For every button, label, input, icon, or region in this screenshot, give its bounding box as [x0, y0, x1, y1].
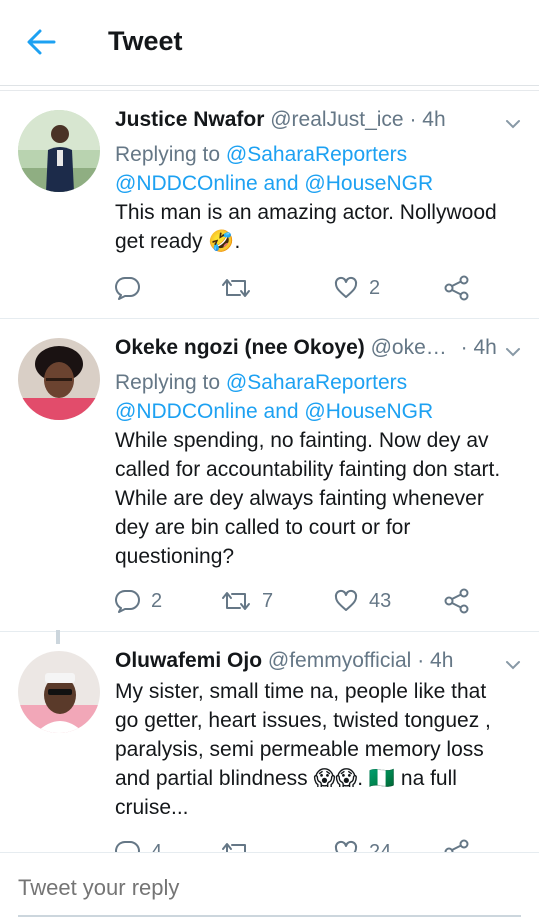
separator: ·	[409, 108, 417, 131]
tweet-meta: Okeke ngozi (nee Okoye) @oke… · 4h	[115, 334, 521, 362]
tweet-text-line: While are dey always fainting whenever	[115, 487, 484, 510]
page-title: Tweet	[108, 26, 183, 56]
mention-link[interactable]: @HouseNGR	[304, 400, 433, 423]
mention-link[interactable]: @SaharaReporters	[226, 143, 407, 166]
share-icon	[444, 588, 469, 614]
like-count: 43	[369, 589, 392, 612]
divider	[0, 90, 539, 91]
mention-link[interactable]: @NDDCOnline	[115, 400, 258, 423]
tweet-text-line: questioning?	[115, 545, 235, 568]
retweet-button[interactable]: 7	[220, 586, 273, 616]
mention-link[interactable]: @HouseNGR	[304, 172, 433, 195]
like-button[interactable]: 2	[333, 273, 380, 303]
timestamp: 4h	[473, 336, 497, 359]
top-bar: Tweet	[0, 0, 539, 86]
author-handle[interactable]: @realJust_ice	[270, 108, 403, 131]
mention-and: and	[263, 172, 299, 195]
tweet-text-line: This man is an amazing actor. Nollywood	[115, 201, 497, 224]
tweet-meta: Justice Nwafor @realJust_ice · 4h	[115, 106, 521, 134]
retweet-button[interactable]	[220, 273, 262, 303]
tweet-reply[interactable]: Oluwafemi Ojo @femmyofficial · 4h My sis…	[0, 633, 539, 865]
chevron-down-icon[interactable]	[503, 114, 523, 134]
back-arrow-icon[interactable]	[26, 28, 56, 56]
separator: ·	[460, 336, 468, 359]
tweet-text: While spending, no fainting. Now dey av …	[115, 426, 521, 571]
tweet-text-line: paralysis, semi permeable memory loss	[115, 738, 484, 761]
retweet-count: 7	[262, 589, 274, 612]
retweet-icon	[222, 279, 250, 297]
tweet-text-line: cruise...	[115, 796, 189, 819]
like-count: 2	[369, 276, 381, 299]
avatar[interactable]	[18, 651, 100, 733]
share-button[interactable]	[443, 586, 471, 616]
author-name[interactable]: Justice Nwafor	[115, 108, 264, 131]
reply-input[interactable]	[18, 875, 498, 901]
tweet-text-line: called for accountability fainting don s…	[115, 458, 501, 481]
author-handle[interactable]: @femmyofficial	[268, 649, 411, 672]
replying-prefix: Replying to	[115, 371, 221, 394]
tweet-text-line: While spending, no fainting. Now dey av	[115, 429, 489, 452]
avatar[interactable]	[18, 338, 100, 420]
author-name[interactable]: Okeke ngozi (nee Okoye)	[115, 336, 365, 359]
share-icon	[444, 275, 469, 301]
heart-icon	[334, 589, 358, 611]
tweet-reply[interactable]: Justice Nwafor @realJust_ice · 4h Replyi…	[0, 92, 539, 319]
replying-to: Replying to @SaharaReporters @NDDCOnline…	[115, 368, 521, 426]
reply-button[interactable]	[115, 273, 151, 303]
author-name[interactable]: Oluwafemi Ojo	[115, 649, 262, 672]
chevron-down-icon[interactable]	[503, 342, 523, 362]
tweet-text-line: go getter, heart issues, twisted tonguez…	[115, 709, 491, 732]
chevron-down-icon[interactable]	[503, 655, 523, 675]
replying-to: Replying to @SaharaReporters @NDDCOnline…	[115, 140, 521, 198]
reply-composer	[0, 852, 539, 924]
tweet-text: This man is an amazing actor. Nollywood …	[115, 198, 521, 256]
separator: ·	[417, 649, 425, 672]
reply-icon	[115, 589, 140, 613]
reply-button[interactable]: 2	[115, 586, 162, 616]
mention-link[interactable]: @NDDCOnline	[115, 172, 258, 195]
heart-icon	[334, 276, 358, 298]
like-button[interactable]: 43	[333, 586, 391, 616]
mention-and: and	[263, 400, 299, 423]
tweet-reply[interactable]: Okeke ngozi (nee Okoye) @oke… · 4h Reply…	[0, 320, 539, 632]
avatar[interactable]	[18, 110, 100, 192]
reply-icon	[115, 276, 140, 300]
mention-link[interactable]: @SaharaReporters	[226, 371, 407, 394]
reply-count: 2	[151, 589, 163, 612]
share-button[interactable]	[443, 273, 471, 303]
replying-prefix: Replying to	[115, 143, 221, 166]
tweet-text-line: get ready 🤣.	[115, 230, 241, 253]
retweet-icon	[222, 592, 250, 610]
tweet-text: My sister, small time na, people like th…	[115, 677, 521, 822]
timestamp: 4h	[430, 649, 454, 672]
timestamp: 4h	[422, 108, 446, 131]
tweet-text-line: dey are bin called to court or for	[115, 516, 411, 539]
author-handle[interactable]: @oke…	[371, 336, 447, 359]
tweet-text-line: My sister, small time na, people like th…	[115, 680, 487, 703]
tweet-meta: Oluwafemi Ojo @femmyofficial · 4h	[115, 647, 521, 675]
tweet-text-line: and partial blindness 😱😱. 🇳🇬 na full	[115, 767, 457, 790]
input-underline	[18, 915, 521, 917]
